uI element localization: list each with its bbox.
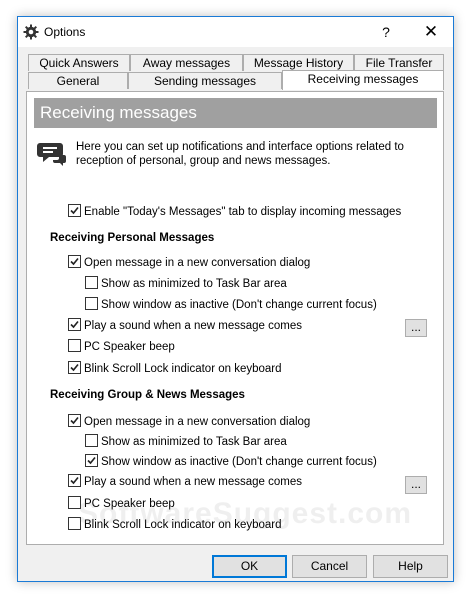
personal-blink-checkbox[interactable]: Blink Scroll Lock indicator on keyboard <box>68 361 282 377</box>
group-inactive-checkbox[interactable]: Show window as inactive (Don't change cu… <box>85 454 377 470</box>
group-open-dialog-checkbox[interactable]: Open message in a new conversation dialo… <box>68 414 310 430</box>
personal-pc-speaker-checkbox[interactable]: PC Speaker beep <box>68 339 175 355</box>
checkbox-box[interactable] <box>68 361 81 375</box>
section-banner: Receiving messages <box>34 98 437 128</box>
help-button[interactable]: Help <box>373 555 448 578</box>
checkbox-label: Show window as inactive (Don't change cu… <box>101 299 377 311</box>
window-title: Options <box>44 25 86 39</box>
checkbox-label: PC Speaker beep <box>84 341 175 353</box>
checkmark-icon <box>70 364 79 372</box>
tab-quick-answers[interactable]: Quick Answers <box>28 54 130 71</box>
checkbox-box[interactable] <box>68 204 81 218</box>
group-sound-browse-button[interactable]: ... <box>405 476 427 494</box>
personal-open-dialog-checkbox[interactable]: Open message in a new conversation dialo… <box>68 255 310 271</box>
checkbox-box[interactable] <box>68 339 81 353</box>
chat-bubble-icon <box>37 142 67 168</box>
ok-button[interactable]: OK <box>212 555 287 578</box>
gear-icon <box>23 24 39 40</box>
checkbox-label: Show as minimized to Task Bar area <box>101 436 287 448</box>
personal-sound-browse-button[interactable]: ... <box>405 319 427 337</box>
checkbox-box[interactable] <box>68 255 81 269</box>
checkbox-label: Play a sound when a new message comes <box>84 476 302 488</box>
title-bar: Options ? ✕ <box>18 17 453 47</box>
checkbox-box[interactable] <box>68 474 81 488</box>
group-heading: Receiving Group & News Messages <box>50 389 245 401</box>
checkbox-label: Show window as inactive (Don't change cu… <box>101 456 377 468</box>
checkmark-icon <box>87 457 96 465</box>
checkbox-box[interactable] <box>85 297 98 311</box>
receiving-messages-panel: Receiving messages Here you can set up n… <box>26 91 444 545</box>
tab-general[interactable]: General <box>28 72 128 89</box>
personal-heading: Receiving Personal Messages <box>50 232 215 244</box>
checkbox-box[interactable] <box>85 454 98 468</box>
personal-play-sound-checkbox[interactable]: Play a sound when a new message comes <box>68 318 302 334</box>
tab-message-history[interactable]: Message History <box>243 54 354 71</box>
group-minimized-checkbox[interactable]: Show as minimized to Task Bar area <box>85 434 287 450</box>
enable-today-checkbox[interactable]: Enable "Today's Messages" tab to display… <box>68 204 401 220</box>
info-description: Here you can set up notifications and in… <box>76 141 404 167</box>
personal-minimized-checkbox[interactable]: Show as minimized to Task Bar area <box>85 276 287 292</box>
checkbox-box[interactable] <box>85 276 98 290</box>
tab-away-messages[interactable]: Away messages <box>130 54 243 71</box>
checkbox-box[interactable] <box>68 318 81 332</box>
checkmark-icon <box>70 207 79 215</box>
checkbox-label: Open message in a new conversation dialo… <box>84 257 311 269</box>
title-help-button[interactable]: ? <box>364 17 408 47</box>
cancel-button[interactable]: Cancel <box>292 555 367 578</box>
tab-receiving-messages[interactable]: Receiving messages <box>282 70 444 90</box>
checkbox-box[interactable] <box>68 414 81 428</box>
close-button[interactable]: ✕ <box>409 17 453 47</box>
checkmark-icon <box>70 258 79 266</box>
checkbox-label: Enable "Today's Messages" tab to display… <box>84 206 402 218</box>
tab-sending-messages[interactable]: Sending messages <box>128 72 282 89</box>
personal-inactive-checkbox[interactable]: Show window as inactive (Don't change cu… <box>85 297 377 313</box>
tab-file-transfer[interactable]: File Transfer <box>354 54 444 71</box>
checkmark-icon <box>70 321 79 329</box>
checkbox-label: Blink Scroll Lock indicator on keyboard <box>84 363 282 375</box>
checkbox-label: Play a sound when a new message comes <box>84 320 302 332</box>
watermark: SoftwareSuggest.com <box>78 497 413 530</box>
checkmark-icon <box>70 477 79 485</box>
checkbox-label: Show as minimized to Task Bar area <box>101 278 287 290</box>
checkbox-label: Open message in a new conversation dialo… <box>84 416 311 428</box>
group-play-sound-checkbox[interactable]: Play a sound when a new message comes <box>68 474 302 490</box>
checkbox-box[interactable] <box>85 434 98 448</box>
checkmark-icon <box>70 417 79 425</box>
